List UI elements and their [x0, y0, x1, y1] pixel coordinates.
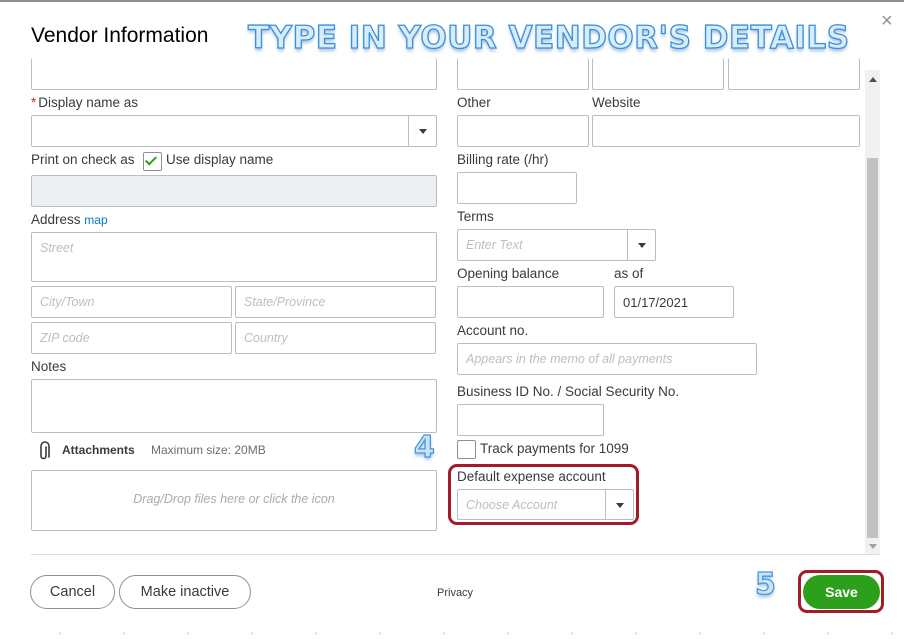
account-no-label: Account no. — [457, 323, 529, 338]
country-placeholder: Country — [244, 331, 288, 345]
state-input[interactable]: State/Province — [235, 286, 436, 318]
mobile-field-partial[interactable] — [592, 58, 724, 90]
notes-label: Notes — [31, 359, 67, 374]
as-of-date-input[interactable]: 01/17/2021 — [614, 286, 734, 318]
chevron-down-icon[interactable] — [627, 230, 655, 260]
city-input[interactable]: City/Town — [31, 286, 232, 318]
state-placeholder: State/Province — [244, 295, 326, 309]
street-placeholder: Street — [40, 241, 74, 255]
business-id-label: Business ID No. / Social Security No. — [457, 384, 680, 399]
street-input[interactable]: Street — [31, 232, 437, 282]
checkmark-icon — [144, 153, 158, 166]
address-label: Address map — [31, 212, 108, 227]
scrollbar-thumb[interactable] — [867, 158, 878, 538]
account-no-placeholder: Appears in the memo of all payments — [466, 352, 673, 366]
highlight-default-expense — [448, 464, 639, 525]
attachment-dropzone[interactable]: Drag/Drop files here or click the icon — [31, 470, 437, 531]
fax-field-partial[interactable] — [728, 58, 860, 90]
step-5-annotation: 5 — [754, 566, 776, 602]
country-input[interactable]: Country — [235, 322, 436, 354]
footer-divider — [31, 554, 880, 555]
zip-placeholder: ZIP code — [40, 331, 90, 345]
other-label: Other — [457, 95, 491, 110]
as-of-label: as of — [614, 266, 644, 281]
terms-placeholder: Enter Text — [466, 238, 523, 252]
close-icon[interactable]: × — [881, 10, 893, 33]
modal-title: Vendor Information — [31, 24, 209, 47]
website-input[interactable] — [592, 115, 860, 147]
make-inactive-button[interactable]: Make inactive — [119, 575, 251, 609]
account-no-input[interactable]: Appears in the memo of all payments — [457, 343, 757, 375]
as-of-date-value: 01/17/2021 — [623, 295, 689, 310]
billing-rate-label: Billing rate (/hr) — [457, 152, 549, 167]
track-1099-label: Track payments for 1099 — [480, 441, 629, 456]
map-link[interactable]: map — [84, 213, 107, 227]
business-id-input[interactable] — [457, 404, 604, 436]
opening-balance-label: Opening balance — [457, 266, 560, 281]
city-placeholder: City/Town — [40, 295, 95, 309]
print-on-check-input — [31, 175, 437, 207]
cancel-button[interactable]: Cancel — [30, 575, 115, 609]
phone-field-partial[interactable] — [457, 58, 589, 90]
background-dots — [0, 628, 904, 639]
step-4-annotation: 4 — [413, 429, 435, 465]
chevron-down-icon[interactable] — [408, 116, 436, 146]
billing-rate-input[interactable] — [457, 172, 577, 204]
modal-top-border — [0, 0, 904, 2]
max-size-text: Maximum size: 20MB — [151, 443, 266, 457]
instruction-banner: TYPE IN YOUR VENDOR'S DETAILS — [247, 19, 850, 56]
display-name-select[interactable] — [31, 115, 437, 147]
track-1099-checkbox[interactable] — [457, 440, 476, 459]
use-display-name-checkbox[interactable] — [143, 152, 162, 171]
highlight-save — [798, 570, 884, 613]
privacy-link[interactable]: Privacy — [437, 587, 473, 599]
paperclip-icon[interactable] — [38, 441, 52, 461]
zip-input[interactable]: ZIP code — [31, 322, 232, 354]
opening-balance-input[interactable] — [457, 286, 604, 318]
notes-textarea[interactable] — [31, 379, 437, 433]
dropzone-text: Drag/Drop files here or click the icon — [133, 492, 335, 506]
print-on-check-label: Print on check as — [31, 152, 135, 167]
display-name-label: * Display name as — [31, 95, 139, 110]
scroll-down-icon[interactable] — [869, 544, 877, 549]
other-input[interactable] — [457, 115, 589, 147]
scroll-up-icon[interactable] — [869, 77, 877, 82]
website-label: Website — [592, 95, 641, 110]
name-field-partial[interactable] — [31, 58, 437, 90]
terms-label: Terms — [457, 209, 494, 224]
terms-select[interactable]: Enter Text — [457, 229, 656, 261]
attachments-label: Attachments — [62, 443, 135, 457]
use-display-name-label: Use display name — [166, 152, 274, 167]
